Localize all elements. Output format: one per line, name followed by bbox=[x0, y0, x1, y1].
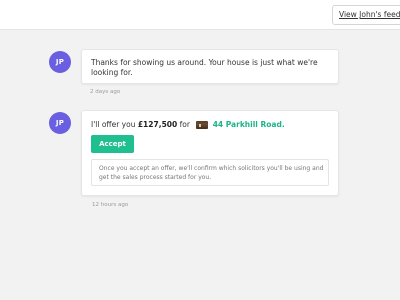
message-bubble: Thanks for showing us around. Your house… bbox=[81, 49, 339, 84]
message-text: Thanks for showing us around. Your house… bbox=[91, 58, 318, 77]
message-timestamp: 2 days ago bbox=[90, 89, 121, 95]
message-timestamp: 12 hours ago bbox=[92, 202, 129, 208]
house-thumbnail-icon bbox=[196, 121, 209, 129]
avatar: JP bbox=[49, 112, 71, 134]
offer-message-bubble: I'll offer you £127,500 for 44 Parkhill … bbox=[81, 110, 339, 196]
offer-line: I'll offer you £127,500 for 44 Parkhill … bbox=[91, 120, 285, 130]
offer-for-text: for bbox=[179, 120, 190, 129]
accept-offer-button[interactable]: Accept bbox=[91, 135, 134, 153]
top-bar: View John's feedba bbox=[0, 0, 400, 30]
offer-prefix: I'll offer you bbox=[91, 120, 136, 129]
property-address-link[interactable]: 44 Parkhill Road. bbox=[213, 120, 285, 129]
view-feedback-button[interactable]: View John's feedba bbox=[332, 5, 400, 25]
offer-info-text: Once you accept an offer, we'll confirm … bbox=[99, 165, 324, 181]
offer-info-box: Once you accept an offer, we'll confirm … bbox=[91, 159, 329, 186]
offer-amount: £127,500 bbox=[137, 120, 178, 129]
avatar: JP bbox=[49, 51, 71, 73]
